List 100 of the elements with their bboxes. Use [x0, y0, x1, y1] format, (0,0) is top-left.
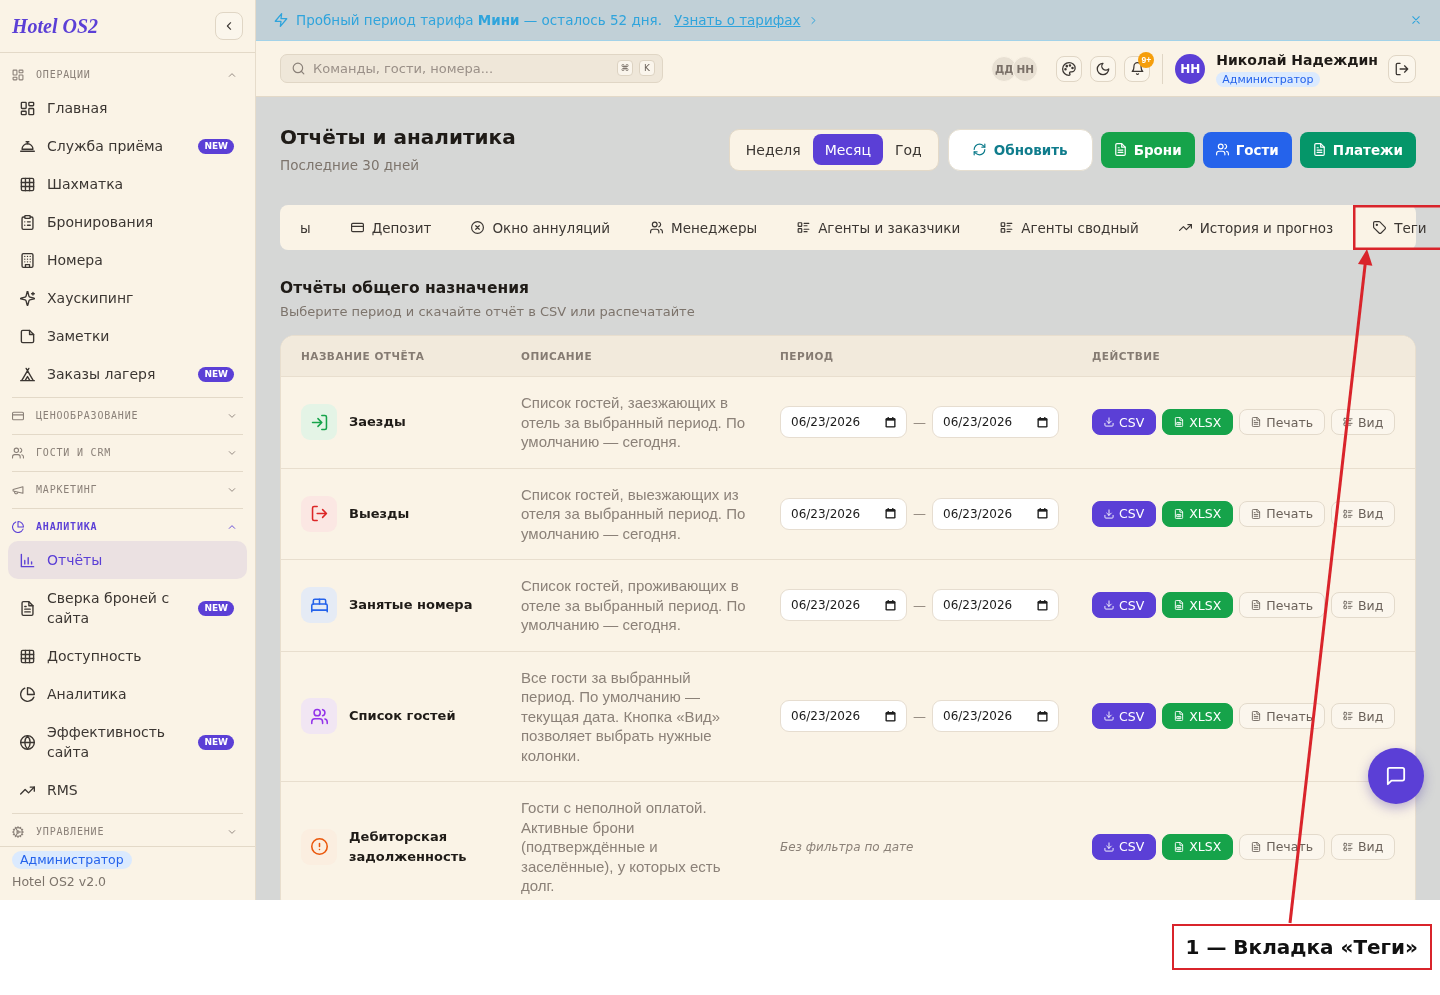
chevron-down-icon: [227, 448, 237, 458]
period-option[interactable]: Год: [882, 134, 934, 165]
sidebar-item[interactable]: Хаускипинг: [8, 279, 247, 317]
sidebar-item[interactable]: Сверка броней с сайта NEW: [8, 579, 247, 637]
report-tab[interactable]: Окно аннуляций: [451, 205, 630, 250]
period-note: Без фильтра по дате: [780, 839, 914, 854]
logout-button[interactable]: [1388, 54, 1416, 83]
column-header: ОПИСАНИЕ: [520, 350, 594, 362]
date-field[interactable]: 06/23/2026: [932, 700, 1059, 733]
users-icon: [650, 221, 663, 234]
report-tab[interactable]: ы: [280, 205, 331, 250]
nav-section-toggle[interactable]: УПРАВЛЕНИЕ: [12, 820, 243, 844]
calendar-icon: [1037, 710, 1048, 722]
quick-report-button[interactable]: Платежи: [1299, 131, 1416, 168]
card-icon: [350, 221, 364, 234]
date-field[interactable]: 06/23/2026: [932, 406, 1059, 439]
calendar-icon: [885, 710, 896, 722]
report-description: Список гостей, проживающих в отеле за выбранный период. По умолчанию — сегодня.: [520, 576, 747, 635]
sidebar-item[interactable]: Эффективность сайта NEW: [8, 713, 247, 771]
report-name: Заезды: [349, 413, 406, 432]
bell-icon: [1130, 62, 1144, 75]
sidebar-item[interactable]: Шахматка: [8, 165, 247, 203]
sidebar-item[interactable]: Служба приёма NEW: [8, 127, 247, 165]
app-logo: Hotel OS2: [12, 14, 99, 38]
document-icon: [1113, 143, 1127, 156]
report-tab[interactable]: Агенты сводный: [980, 205, 1159, 250]
refresh-button[interactable]: Обновить: [947, 128, 1093, 171]
login-icon: [301, 404, 337, 441]
clipboard-icon: [20, 214, 35, 230]
section-subtitle: Выберите период и скачайте отчёт в CSV или распечатайте: [280, 303, 696, 321]
report-tab[interactable]: Менеджеры: [630, 205, 778, 250]
period-option[interactable]: Неделя: [733, 134, 813, 165]
role-tag: Администратор: [1216, 71, 1320, 87]
nav-section-toggle[interactable]: ГОСТИ И CRM: [12, 441, 243, 465]
spreadsheet-icon: [1174, 711, 1185, 722]
logout-icon: [1395, 61, 1409, 76]
report-name: Список гостей: [349, 707, 456, 726]
report-description: Все гости за выбранный период. По умолчанию — текущая дата. Кнопка «Вид» позволяет выбрать нужные колонки.: [520, 667, 722, 766]
sidebar-item[interactable]: Отчёты: [8, 541, 247, 579]
service-bell-icon: [20, 138, 35, 154]
sidebar-item[interactable]: RMS: [8, 771, 247, 809]
megaphone-icon: [12, 484, 24, 496]
sidebar-item[interactable]: Главная: [8, 89, 247, 127]
range-separator: —: [913, 506, 926, 522]
csv-button[interactable]: CSV: [1092, 500, 1157, 527]
nav-section-toggle[interactable]: МАРКЕТИНГ: [12, 478, 243, 502]
spreadsheet-icon: [1174, 417, 1185, 428]
nav-section-toggle[interactable]: ЦЕНООБРАЗОВАНИЕ: [12, 404, 243, 428]
report-tab[interactable]: История и прогноз: [1158, 205, 1354, 250]
range-separator: —: [913, 597, 926, 613]
sidebar-item[interactable]: Заметки: [8, 317, 247, 355]
chevron-down-icon: [227, 411, 237, 421]
shortcut-key: K: [639, 60, 655, 76]
date-field[interactable]: 06/23/2026: [780, 406, 907, 439]
spreadsheet-icon: [1174, 600, 1185, 611]
logout-icon: [301, 495, 337, 532]
sidebar-item[interactable]: Бронирования: [8, 203, 247, 241]
csv-button[interactable]: CSV: [1092, 833, 1157, 860]
new-badge: NEW: [198, 366, 234, 382]
sidebar-item[interactable]: Доступность: [8, 637, 247, 675]
calendar-icon: [885, 508, 896, 520]
date-field[interactable]: 06/23/2026: [932, 497, 1059, 530]
report-name: Занятые номера: [349, 596, 473, 615]
bar-chart-icon: [20, 552, 35, 568]
date-field[interactable]: 06/23/2026: [780, 700, 907, 733]
building-icon: [20, 252, 35, 268]
lightning-icon: [274, 13, 288, 27]
report-tab[interactable]: Теги: [1353, 205, 1440, 250]
document-icon: [1312, 143, 1326, 156]
sidebar-item[interactable]: Аналитика: [8, 675, 247, 713]
globe-icon: [20, 734, 35, 750]
card-icon: [12, 410, 24, 422]
tent-icon: [20, 366, 35, 382]
range-separator: —: [913, 414, 926, 430]
document-icon: [1251, 841, 1262, 852]
chevron-up-icon: [227, 70, 237, 80]
report-tab[interactable]: Агенты и заказчики: [777, 205, 981, 250]
document-icon: [20, 600, 35, 616]
calendar-icon: [1037, 599, 1048, 611]
palette-button[interactable]: [1056, 55, 1083, 82]
sidebar-item[interactable]: Заказы лагеря NEW: [8, 355, 247, 393]
document-icon: [1251, 508, 1262, 519]
date-field[interactable]: 06/23/2026: [932, 589, 1059, 622]
sidebar-item[interactable]: Номера: [8, 241, 247, 279]
grid-icon: [12, 69, 24, 81]
date-field[interactable]: 06/23/2026: [780, 497, 907, 530]
document-icon: [1251, 417, 1262, 428]
date-field[interactable]: 06/23/2026: [780, 589, 907, 622]
quick-report-button[interactable]: Гости: [1202, 131, 1292, 168]
nav-section-toggle[interactable]: ОПЕРАЦИИ: [12, 63, 243, 87]
calendar-icon: [885, 416, 896, 428]
csv-button[interactable]: CSV: [1092, 703, 1157, 730]
nav-section-toggle[interactable]: АНАЛИТИКА: [12, 515, 243, 539]
report-tab[interactable]: Депозит: [330, 205, 452, 250]
csv-button[interactable]: CSV: [1092, 409, 1157, 436]
table-icon: [20, 176, 35, 192]
column-header: НАЗВАНИЕ ОТЧЁТА: [300, 350, 426, 362]
period-option[interactable]: Месяц: [812, 134, 883, 165]
dark-mode-button[interactable]: [1090, 55, 1117, 82]
csv-button[interactable]: CSV: [1092, 592, 1157, 619]
